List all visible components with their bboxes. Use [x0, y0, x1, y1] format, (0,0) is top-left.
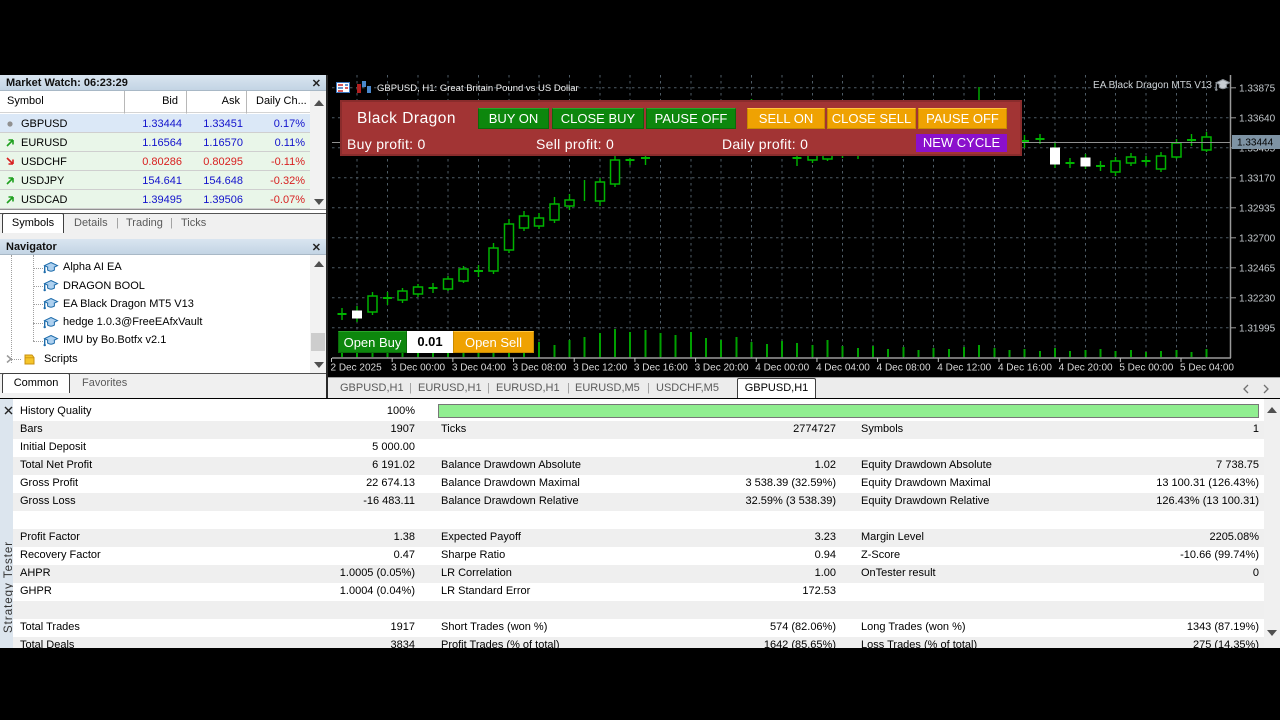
svg-text:5 Dec 00:00: 5 Dec 00:00: [1119, 363, 1173, 374]
svg-text:1.32700: 1.32700: [1239, 233, 1276, 244]
svg-text:4 Dec 08:00: 4 Dec 08:00: [877, 363, 931, 374]
svg-text:1.32230: 1.32230: [1239, 293, 1276, 304]
svg-text:1.31995: 1.31995: [1239, 323, 1276, 334]
svg-text:1.33875: 1.33875: [1239, 83, 1276, 94]
svg-text:4 Dec 16:00: 4 Dec 16:00: [998, 363, 1052, 374]
svg-text:4 Dec 04:00: 4 Dec 04:00: [816, 363, 870, 374]
svg-text:1.33444: 1.33444: [1237, 138, 1274, 149]
svg-text:1.33640: 1.33640: [1239, 113, 1276, 124]
svg-text:3 Dec 12:00: 3 Dec 12:00: [573, 363, 627, 374]
svg-text:4 Dec 00:00: 4 Dec 00:00: [755, 363, 809, 374]
svg-text:3 Dec 16:00: 3 Dec 16:00: [634, 363, 688, 374]
svg-text:5 Dec 04:00: 5 Dec 04:00: [1180, 363, 1234, 374]
svg-text:1.32465: 1.32465: [1239, 263, 1276, 274]
svg-text:4 Dec 12:00: 4 Dec 12:00: [937, 363, 991, 374]
svg-text:3 Dec 20:00: 3 Dec 20:00: [695, 363, 749, 374]
svg-text:2 Dec 2025: 2 Dec 2025: [331, 363, 383, 374]
svg-text:3 Dec 08:00: 3 Dec 08:00: [513, 363, 567, 374]
svg-text:4 Dec 20:00: 4 Dec 20:00: [1059, 363, 1113, 374]
svg-text:1.32935: 1.32935: [1239, 203, 1276, 214]
svg-text:3 Dec 00:00: 3 Dec 00:00: [391, 363, 445, 374]
svg-text:3 Dec 04:00: 3 Dec 04:00: [452, 363, 506, 374]
svg-text:1.33170: 1.33170: [1239, 173, 1276, 184]
